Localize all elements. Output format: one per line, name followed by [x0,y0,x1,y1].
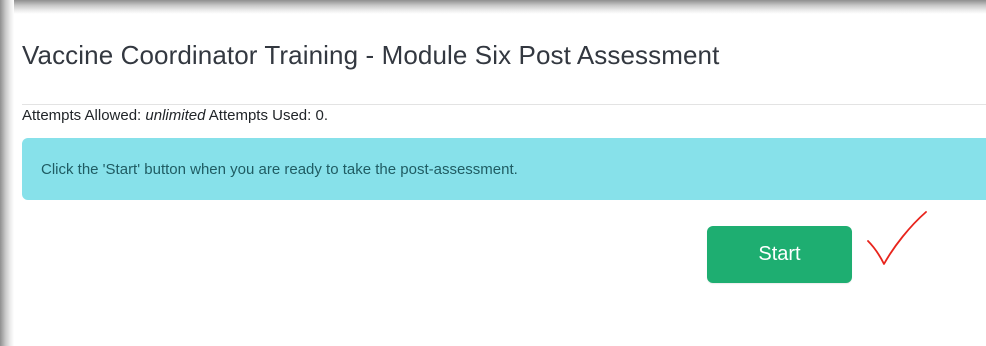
page-title: Vaccine Coordinator Training - Module Si… [22,40,720,70]
frame-shadow-left [0,0,14,346]
attempts-used-label: Attempts Used: 0. [208,107,328,124]
info-alert-text: Click the 'Start' button when you are re… [41,160,518,178]
attempts-allowed-value: unlimited [145,107,206,124]
info-alert: Click the 'Start' button when you are re… [22,138,986,200]
start-button[interactable]: Start [707,226,852,283]
attempts-allowed-label: Attempts Allowed: [22,107,142,124]
assessment-panel: Vaccine Coordinator Training - Module Si… [22,0,986,346]
checkmark-icon [867,211,927,265]
screenshot-frame: Vaccine Coordinator Training - Module Si… [0,0,986,346]
title-divider [22,104,986,105]
attempts-info: Attempts Allowed: unlimited Attempts Use… [22,107,328,124]
